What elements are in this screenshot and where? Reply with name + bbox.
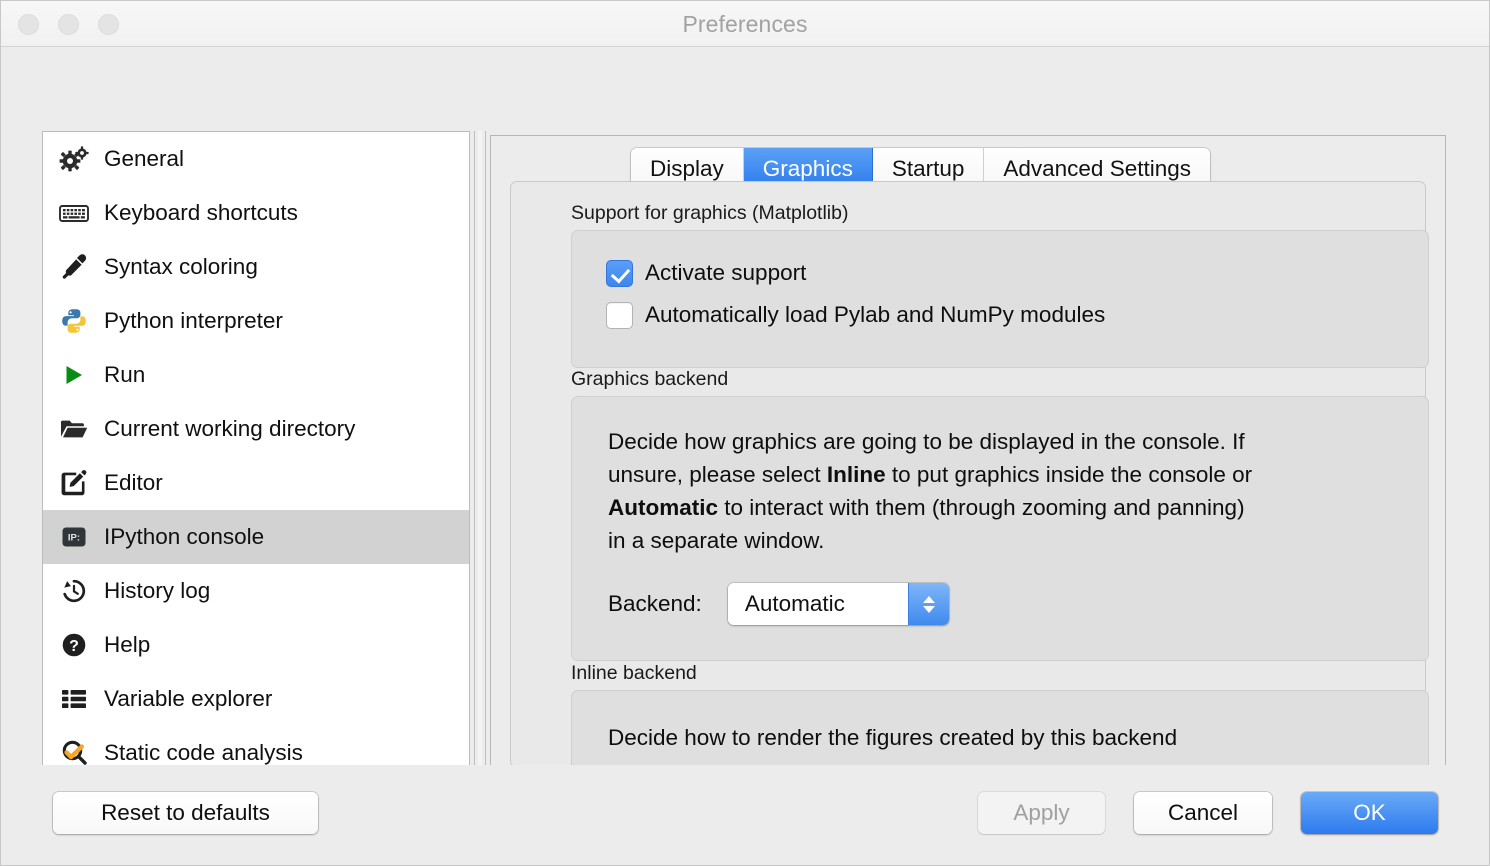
preferences-category-list[interactable]: General Keyboard shortcuts Syntax colori… (42, 131, 470, 769)
gears-icon (57, 144, 91, 174)
sidebar-item-label: IPython console (104, 523, 265, 549)
backend-desc-line-2c: to put graphics inside the console or (885, 462, 1253, 487)
inline-backend-description: Decide how to render the figures created… (608, 725, 1178, 750)
activate-support-checkbox[interactable] (606, 259, 633, 287)
reset-to-defaults-button[interactable]: Reset to defaults (53, 792, 318, 834)
autoload-pylab-numpy-label: Automatically load Pylab and NumPy modul… (645, 302, 1106, 327)
svg-text:IP:: IP: (68, 533, 80, 544)
sidebar-item-label: Run (104, 361, 146, 387)
question-circle-icon: ? (57, 630, 91, 660)
sidebar-item-label: Python interpreter (104, 307, 283, 333)
cancel-button[interactable]: Cancel (1134, 792, 1272, 834)
graphics-backend-frame: Decide how graphics are going to be disp… (571, 396, 1429, 661)
sidebar-item-python-interpreter[interactable]: Python interpreter (43, 294, 469, 348)
sidebar-item-static-code-analysis[interactable]: Static code analysis (43, 726, 469, 768)
sidebar-item-label: Current working directory (104, 415, 356, 441)
inline-emphasis: Inline (826, 462, 886, 487)
graphics-backend-description: Decide how graphics are going to be disp… (608, 425, 1428, 557)
support-for-graphics-group: Support for graphics (Matplotlib) Activa… (571, 202, 1429, 368)
sidebar-item-label: Variable explorer (104, 685, 273, 711)
python-icon (57, 306, 91, 336)
inline-backend-frame: Decide how to render the figures created… (571, 690, 1429, 768)
graphics-tab-panel: Support for graphics (Matplotlib) Activa… (510, 181, 1429, 768)
sidebar-item-label: Syntax coloring (104, 253, 258, 279)
chevron-updown-icon[interactable] (907, 583, 949, 625)
backend-select-value: Automatic (727, 583, 908, 625)
sidebar-item-run[interactable]: Run (43, 348, 469, 402)
autoload-pylab-numpy-row[interactable]: Automatically load Pylab and NumPy modul… (572, 294, 1428, 336)
sidebar-item-syntax-coloring[interactable]: Syntax coloring (43, 240, 469, 294)
backend-desc-line-2: unsure, please select Inline to put grap… (608, 458, 1428, 491)
sidebar-item-label: Editor (104, 469, 163, 495)
backend-desc-line-2a: unsure, please select (608, 462, 827, 487)
panel-splitter[interactable] (474, 131, 486, 769)
settings-pane: Display Graphics Startup Advanced Settin… (490, 135, 1446, 769)
backend-select-row: Backend: Automatic (608, 583, 1428, 625)
ok-button[interactable]: OK (1301, 792, 1438, 834)
support-for-graphics-frame: Activate support Automatically load Pyla… (571, 230, 1429, 368)
eyedropper-icon (57, 252, 91, 282)
activate-support-label: Activate support (645, 260, 807, 285)
backend-desc-line-1: Decide how graphics are going to be disp… (608, 429, 1245, 454)
list-grid-icon (57, 684, 91, 714)
preferences-body: General Keyboard shortcuts Syntax colori… (1, 47, 1489, 769)
edit-pencil-icon (57, 468, 91, 498)
backend-desc-line-3b: to interact with them (through zooming a… (718, 495, 1245, 520)
sidebar-item-history-log[interactable]: History log (43, 564, 469, 618)
sidebar-item-current-working-directory[interactable]: Current working directory (43, 402, 469, 456)
window-titlebar: Preferences (1, 1, 1489, 47)
apply-button[interactable]: Apply (978, 792, 1105, 834)
sidebar-item-help[interactable]: ? Help (43, 618, 469, 672)
play-icon (57, 360, 91, 390)
autoload-pylab-numpy-checkbox[interactable] (606, 301, 633, 329)
activate-support-row[interactable]: Activate support (572, 252, 1428, 294)
sidebar-item-label: Help (104, 631, 151, 657)
magnifier-check-icon (57, 738, 91, 768)
sidebar-item-variable-explorer[interactable]: Variable explorer (43, 672, 469, 726)
ipython-icon: IP: (57, 522, 91, 552)
preferences-window: Preferences General Keyboard shortcuts S… (0, 0, 1490, 866)
inline-backend-group: Inline backend Decide how to render the … (571, 662, 1429, 768)
automatic-emphasis: Automatic (608, 495, 719, 520)
backend-select[interactable]: Automatic (727, 583, 949, 625)
graphics-backend-title: Graphics backend (571, 368, 729, 390)
window-title: Preferences (682, 11, 808, 37)
sidebar-item-editor[interactable]: Editor (43, 456, 469, 510)
sidebar-item-label: Keyboard shortcuts (104, 199, 298, 225)
sidebar-item-ipython-console[interactable]: IP: IPython console (43, 510, 469, 564)
backend-desc-line-3: Automatic to interact with them (through… (608, 491, 1428, 524)
splitter-handle[interactable] (478, 131, 482, 769)
sidebar-item-label: History log (104, 577, 211, 603)
backend-label: Backend: (608, 591, 702, 616)
sidebar-item-label: Static code analysis (104, 739, 303, 765)
history-clock-icon (57, 576, 91, 606)
folder-open-icon (57, 414, 91, 444)
sidebar-item-label: General (104, 145, 185, 171)
sidebar-item-keyboard-shortcuts[interactable]: Keyboard shortcuts (43, 186, 469, 240)
dialog-footer: Reset to defaults Apply Cancel OK (1, 765, 1489, 865)
inline-backend-title: Inline backend (571, 662, 697, 684)
svg-text:?: ? (69, 638, 79, 655)
keyboard-icon (57, 198, 91, 228)
sidebar-item-general[interactable]: General (43, 132, 469, 186)
backend-desc-line-4: in a separate window. (608, 528, 825, 553)
support-for-graphics-title: Support for graphics (Matplotlib) (571, 202, 849, 224)
graphics-backend-group: Graphics backend Decide how graphics are… (571, 368, 1429, 661)
